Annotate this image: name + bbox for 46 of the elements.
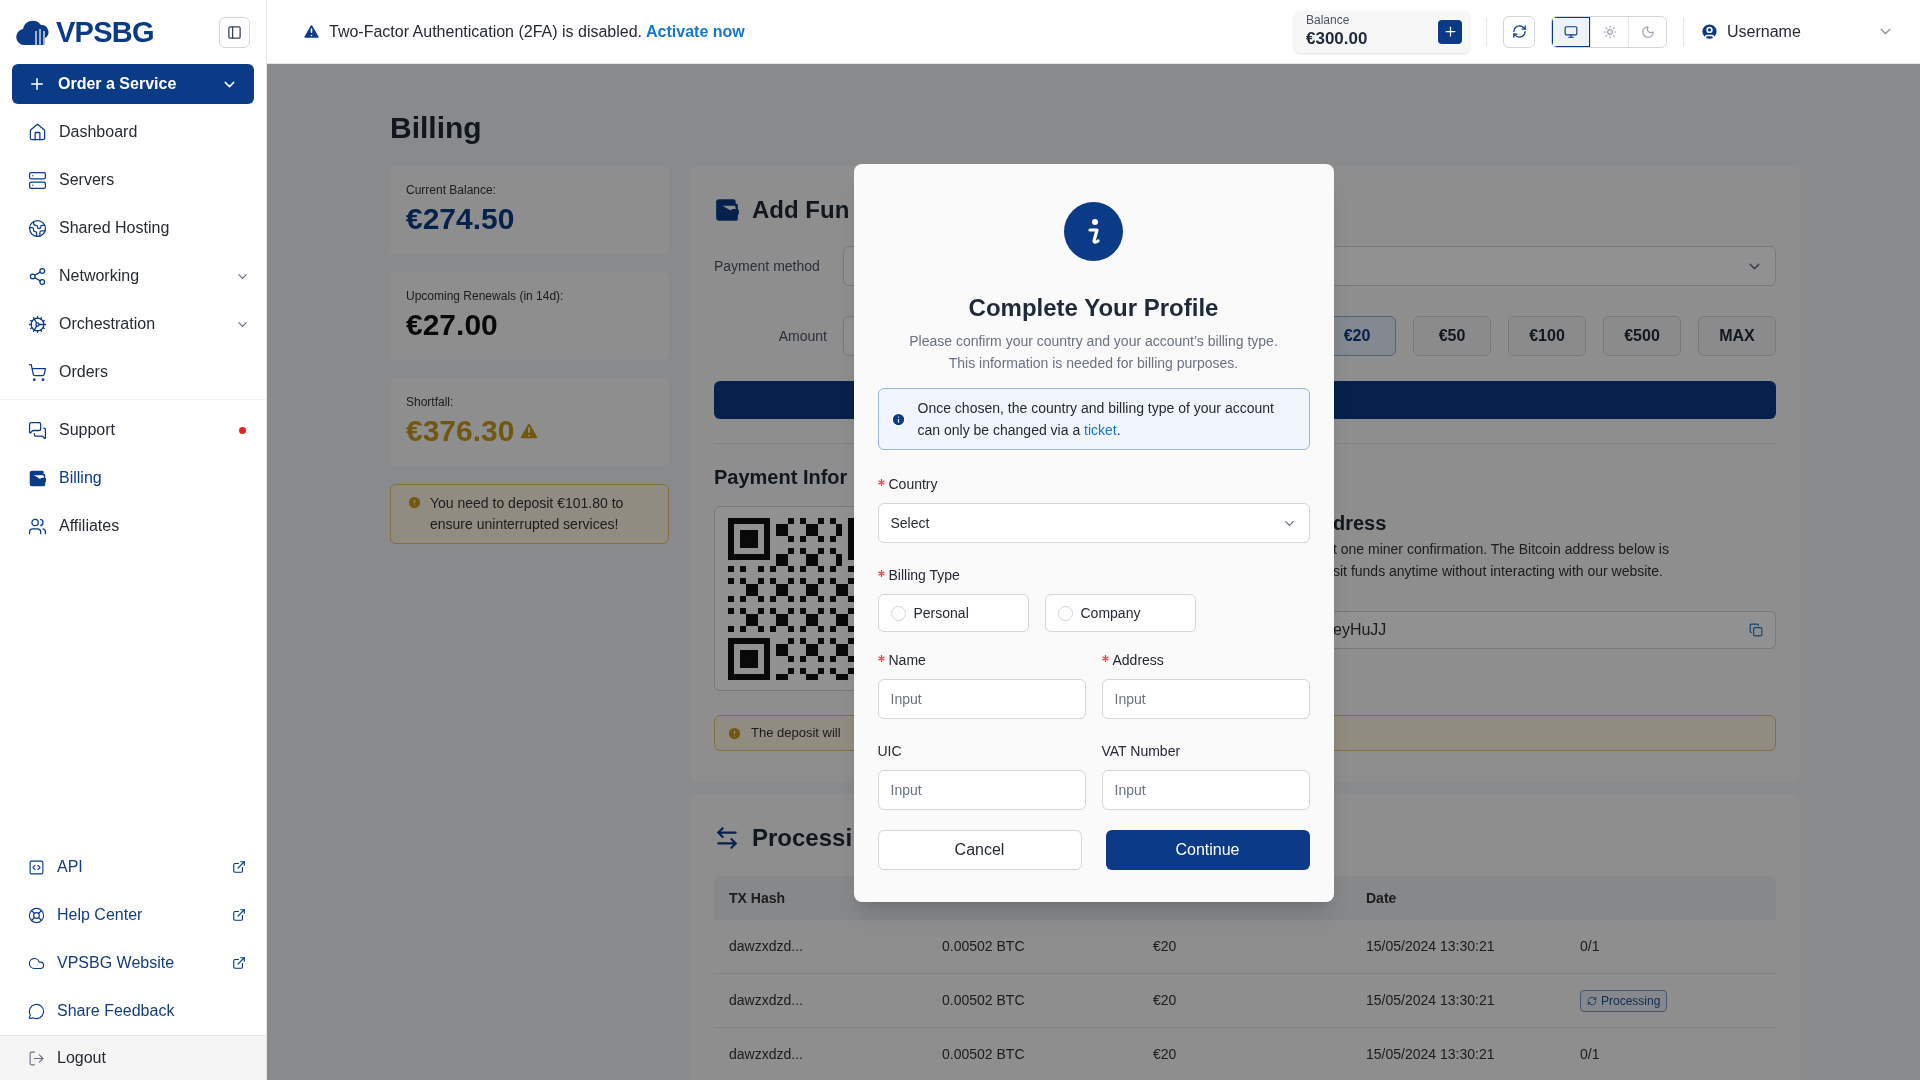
- deposit-warning-text: You need to deposit €101.80 to ensure uninterrupted services!: [430, 494, 625, 534]
- summary-value: €27.00: [406, 307, 498, 343]
- status-badge: Processing: [1580, 989, 1668, 1012]
- notice-text: Once chosen, the country and billing type of your account can only be changed via a ticket.: [917, 399, 1275, 440]
- section-title: dress: [1333, 511, 1388, 536]
- column-header: TX Hash: [729, 888, 786, 908]
- logo-text: VPSBG: [56, 17, 154, 47]
- table-cell-text: 15/05/2024 13:30:21: [1366, 991, 1496, 1010]
- field-label: Payment method: [714, 256, 821, 276]
- alert-message: Two-Factor Authentication (2FA) is disabled.: [329, 21, 643, 42]
- field-label: Address: [1112, 651, 1164, 670]
- field-label: Amount: [777, 326, 827, 346]
- summary-value: €274.50: [406, 201, 515, 237]
- table-cell-text: 15/05/2024 13:30:21: [1366, 937, 1496, 956]
- section-title: Add Fun: [752, 195, 850, 225]
- table-cell-text: dawzxdzd...: [729, 937, 804, 956]
- table-cell-text: 15/05/2024 13:30:21: [1366, 1045, 1496, 1064]
- table-cell-text: dawzxdzd...: [729, 991, 804, 1010]
- table-cell-text: 0.00502 BTC: [942, 1045, 1026, 1064]
- summary-label: Current Balance:: [406, 182, 498, 199]
- table-cell-text: 0.00502 BTC: [942, 991, 1026, 1010]
- summary-value: €376.30: [406, 413, 515, 449]
- balance-amount: €300.00: [1306, 28, 1369, 50]
- description-line: sit funds anytime without interacting with our website.: [1333, 562, 1664, 581]
- field-label: Country: [888, 475, 938, 494]
- dialog-description: Please confirm your country and your account’s billing type. This information is needed for billing purposes.: [908, 332, 1279, 373]
- table-cell-text: dawzxdzd...: [729, 1045, 804, 1064]
- table-cell-text: €20: [1153, 937, 1178, 956]
- column-header: Date: [1366, 888, 1398, 908]
- table-cell: 0/1: [1580, 938, 1600, 954]
- table-cell-text: €20: [1153, 1045, 1178, 1064]
- summary-label: Upcoming Renewals (in 14d):: [406, 288, 565, 305]
- table-cell-text: 0.00502 BTC: [942, 937, 1026, 956]
- summary-label: Shortfall:: [406, 394, 455, 411]
- notice-text: The deposit will: [751, 724, 841, 743]
- field-label: Name: [888, 651, 926, 670]
- dialog-title: Complete Your Profile: [967, 293, 1220, 323]
- field-label: VAT Number: [1101, 742, 1181, 761]
- balance-label: Balance: [1306, 13, 1351, 29]
- field-label: Billing Type: [888, 566, 960, 585]
- page-title: Billing: [390, 110, 483, 146]
- section-title: Payment Infor: [714, 465, 848, 490]
- field-label: UIC: [877, 742, 902, 761]
- section-title: Processi: [752, 823, 853, 853]
- table-cell: 0/1: [1580, 1046, 1600, 1062]
- table-cell-text: €20: [1153, 991, 1178, 1010]
